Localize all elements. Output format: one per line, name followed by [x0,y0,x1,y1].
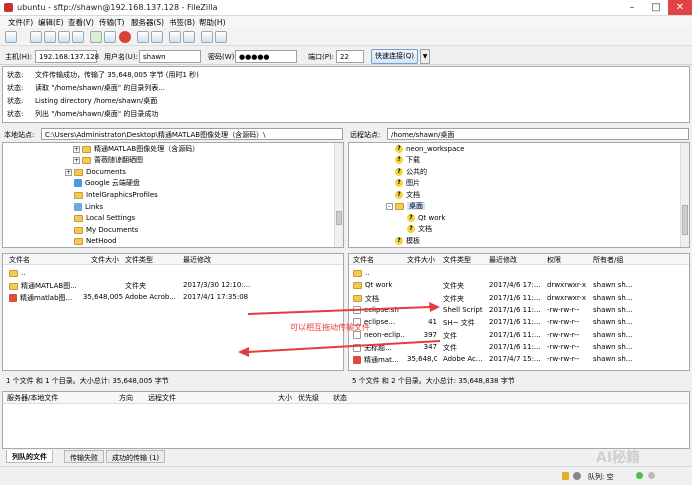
drag-arrows [238,302,441,357]
drag-transfer-annotation: 可以相互拖动传输文件 [290,323,370,332]
arrow-to-remote [247,306,431,315]
arrow-head-left [238,347,249,357]
arrow-to-local [247,340,441,353]
arrow-head-right [429,302,440,312]
watermark: AI秘籍 [596,450,641,466]
